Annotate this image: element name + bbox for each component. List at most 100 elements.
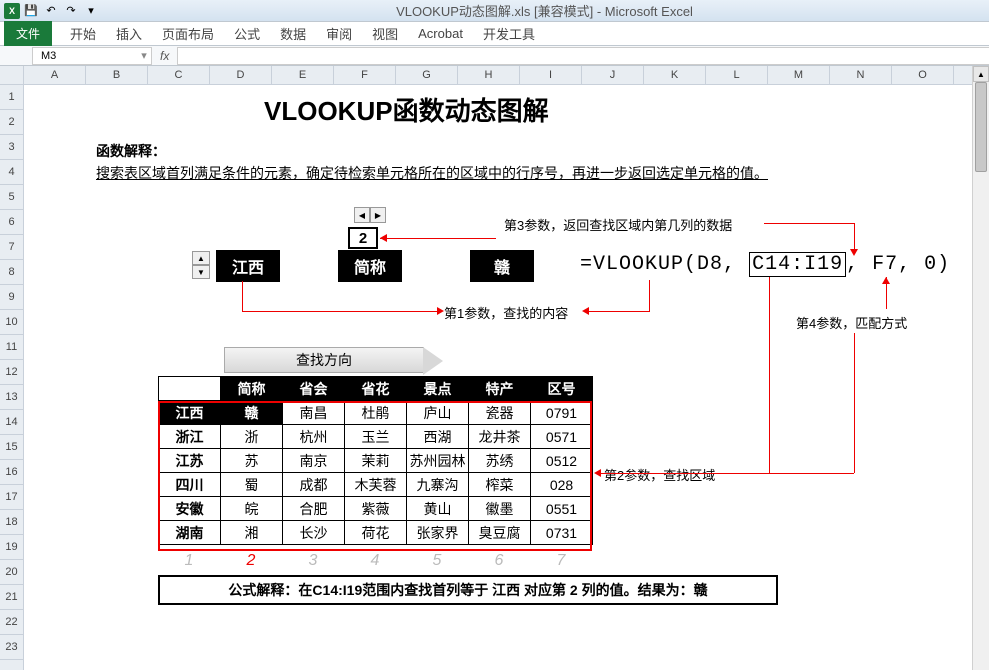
formula-input[interactable] [177, 47, 989, 65]
qat-dropdown-icon[interactable]: ▾ [82, 2, 100, 20]
excel-icon: X [4, 3, 20, 19]
vertical-scrollbar[interactable]: ▲ [972, 66, 989, 670]
table-cell: 蜀 [221, 473, 283, 497]
row-header[interactable]: 8 [0, 260, 23, 285]
row-header[interactable]: 17 [0, 485, 23, 510]
row-header[interactable]: 21 [0, 585, 23, 610]
name-box[interactable]: M3 ▾ [32, 47, 152, 65]
worksheet: 1234567891011121314151617181920212223 AB… [0, 66, 989, 670]
column-header[interactable]: C [148, 66, 210, 84]
table-cell: 浙江 [159, 425, 221, 449]
row-header[interactable]: 2 [0, 110, 23, 135]
tab-view[interactable]: 视图 [370, 20, 400, 47]
select-all-cell[interactable] [0, 66, 23, 85]
row-header[interactable]: 7 [0, 235, 23, 260]
table-cell: 湖南 [159, 521, 221, 545]
column-header[interactable]: M [768, 66, 830, 84]
anno-param2: 第2参数，查找区域 [604, 465, 715, 484]
row-header[interactable]: 11 [0, 335, 23, 360]
column-numbers: 1234567 [158, 552, 592, 570]
cell-reference: M3 [41, 50, 56, 62]
table-cell: 苏绣 [469, 449, 531, 473]
column-header[interactable]: H [458, 66, 520, 84]
spinner-up-icon[interactable]: ▲ [192, 251, 210, 265]
spinner-left-icon[interactable]: ◀ [354, 207, 370, 223]
sheet-content[interactable]: VLOOKUP函数动态图解 函数解释： 搜索表区域首列满足条件的元素，确定待检索… [24, 85, 989, 670]
row-header[interactable]: 12 [0, 360, 23, 385]
column-header[interactable]: L [706, 66, 768, 84]
table-header-cell: 省会 [283, 377, 345, 401]
tab-insert[interactable]: 插入 [114, 20, 144, 47]
scroll-thumb[interactable] [975, 82, 987, 172]
row-header[interactable]: 18 [0, 510, 23, 535]
tab-developer[interactable]: 开发工具 [481, 20, 537, 47]
table-cell: 榨菜 [469, 473, 531, 497]
tab-review[interactable]: 审阅 [324, 20, 354, 47]
param2-number: 2 [348, 227, 378, 249]
table-cell: 瓷器 [469, 401, 531, 425]
table-cell: 南京 [283, 449, 345, 473]
row-header[interactable]: 15 [0, 435, 23, 460]
column-header[interactable]: K [644, 66, 706, 84]
table-cell: 长沙 [283, 521, 345, 545]
row-header[interactable]: 1 [0, 85, 23, 110]
row-header[interactable]: 10 [0, 310, 23, 335]
column-header[interactable]: O [892, 66, 954, 84]
tab-acrobat[interactable]: Acrobat [416, 22, 465, 45]
table-cell: 玉兰 [345, 425, 407, 449]
row-header[interactable]: 20 [0, 560, 23, 585]
fx-icon[interactable]: fx [160, 49, 169, 63]
direction-label: 查找方向 [296, 350, 352, 370]
column-header[interactable]: I [520, 66, 582, 84]
row-header[interactable]: 16 [0, 460, 23, 485]
row-header[interactable]: 4 [0, 160, 23, 185]
column-header[interactable]: G [396, 66, 458, 84]
tab-formulas[interactable]: 公式 [232, 20, 262, 47]
column-header[interactable]: D [210, 66, 272, 84]
column-header[interactable]: F [334, 66, 396, 84]
row-header[interactable]: 22 [0, 610, 23, 635]
row-header[interactable]: 6 [0, 210, 23, 235]
row-header[interactable]: 13 [0, 385, 23, 410]
name-dropdown-icon[interactable]: ▾ [137, 49, 151, 62]
spinner-right-icon[interactable]: ▶ [370, 207, 386, 223]
spinner-down-icon[interactable]: ▼ [192, 265, 210, 279]
func-description: 搜索表区域首列满足条件的元素，确定待检索单元格所在的区域中的行序号，再进一步返回… [96, 163, 768, 183]
table-row: 江苏苏南京茉莉苏州园林苏绣0512 [159, 449, 593, 473]
table-cell: 赣 [221, 401, 283, 425]
column-header[interactable]: J [582, 66, 644, 84]
tab-home[interactable]: 开始 [68, 20, 98, 47]
table-header-cell: 省花 [345, 377, 407, 401]
row-header[interactable]: 23 [0, 635, 23, 660]
column-header[interactable]: N [830, 66, 892, 84]
column-header[interactable]: E [272, 66, 334, 84]
table-cell: 江苏 [159, 449, 221, 473]
func-label: 函数解释： [96, 141, 166, 161]
tab-data[interactable]: 数据 [278, 20, 308, 47]
row-header[interactable]: 19 [0, 535, 23, 560]
redo-icon[interactable]: ↷ [62, 2, 80, 20]
table-row: 湖南湘长沙荷花张家界臭豆腐0731 [159, 521, 593, 545]
row-header[interactable]: 5 [0, 185, 23, 210]
table-header-cell: 特产 [469, 377, 531, 401]
undo-icon[interactable]: ↶ [42, 2, 60, 20]
file-tab[interactable]: 文件 [4, 21, 52, 46]
scroll-up-icon[interactable]: ▲ [973, 66, 989, 82]
tab-layout[interactable]: 页面布局 [160, 20, 216, 47]
param1-box: 江西 [216, 250, 280, 282]
save-icon[interactable]: 💾 [22, 2, 40, 20]
row-header[interactable]: 9 [0, 285, 23, 310]
anno-param4: 第4参数，匹配方式 [796, 313, 907, 332]
table-cell: 木芙蓉 [345, 473, 407, 497]
column-header[interactable]: B [86, 66, 148, 84]
page-title: VLOOKUP函数动态图解 [264, 91, 549, 128]
column-header[interactable]: A [24, 66, 86, 84]
param3-box: 赣 [470, 250, 534, 282]
table-cell: 皖 [221, 497, 283, 521]
table-cell: 0551 [531, 497, 593, 521]
row-header[interactable]: 3 [0, 135, 23, 160]
formula-display: =VLOOKUP(D8, C14:I19, F7, 0) [580, 253, 950, 276]
anno-param1: 第1参数，查找的内容 [444, 303, 568, 322]
param1-spinner: ▲ ▼ [192, 251, 210, 279]
row-header[interactable]: 14 [0, 410, 23, 435]
